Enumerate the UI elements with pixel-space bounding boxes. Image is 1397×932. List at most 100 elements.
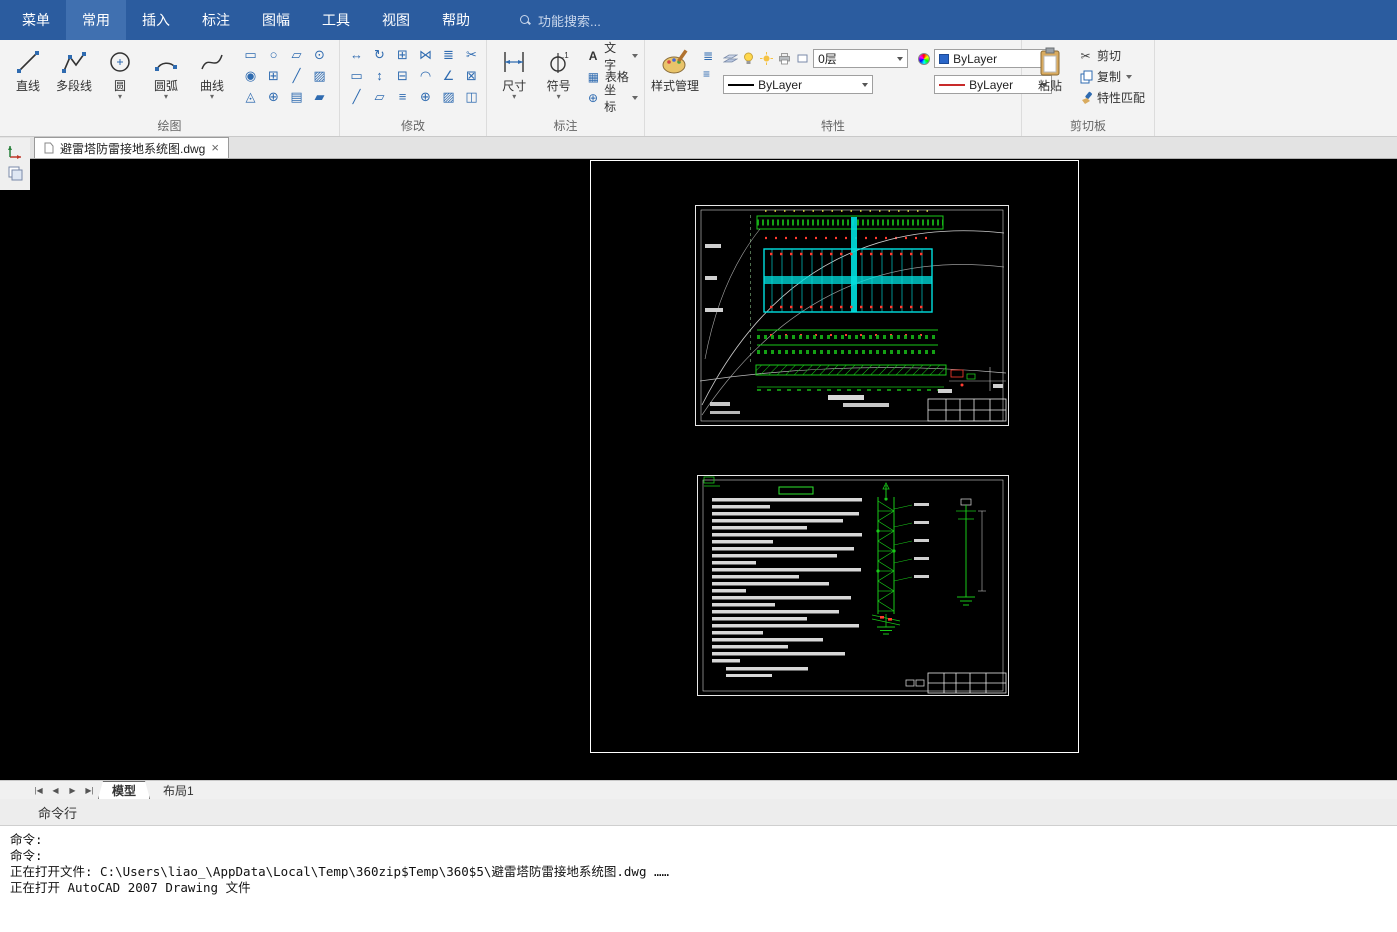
modify-tool-icon[interactable]: ∠ <box>438 66 459 85</box>
layer-select[interactable]: 0层 <box>813 49 908 68</box>
arc-tool-label: 圆弧 <box>154 79 178 93</box>
printer-icon[interactable] <box>777 51 792 66</box>
function-search[interactable]: 功能搜索... <box>520 11 601 30</box>
menu-tab-tools[interactable]: 工具 <box>306 0 366 40</box>
color-wheel-icon[interactable] <box>916 51 931 66</box>
draw-extra-icon[interactable]: ◬ <box>240 87 261 106</box>
lightbulb-icon[interactable] <box>741 51 756 66</box>
modify-tool-icon[interactable]: ⊠ <box>461 66 482 85</box>
draw-extra-icon[interactable]: ⊙ <box>309 45 330 64</box>
style-manager-tool[interactable]: 样式管理 <box>651 45 699 93</box>
menu-tab-sheet[interactable]: 图幅 <box>246 0 306 40</box>
text-tool[interactable]: A 文字 <box>586 45 638 66</box>
spline-tool[interactable]: 曲线 <box>190 45 234 101</box>
next-layout-button[interactable]: ▶ <box>64 786 81 795</box>
modify-tool-icon[interactable]: ↕ <box>369 66 390 85</box>
modify-tool-icon[interactable]: ╱ <box>346 87 367 106</box>
chevron-down-icon <box>632 54 638 58</box>
draw-extra-icon[interactable]: ▭ <box>240 45 261 64</box>
copy-tool[interactable]: 复制 <box>1078 66 1145 87</box>
menu-tab-home[interactable]: 常用 <box>66 0 126 40</box>
dimension-tool-label: 尺寸 <box>502 79 526 93</box>
draw-extra-icon[interactable]: ▤ <box>286 87 307 106</box>
dimension-tool[interactable]: 尺寸 <box>493 45 535 101</box>
menu-tab-insert[interactable]: 插入 <box>126 0 186 40</box>
draw-extra-icon[interactable]: ▱ <box>286 45 307 64</box>
command-line-title: 命令行 <box>38 803 77 822</box>
prev-layout-button[interactable]: ◀ <box>47 786 64 795</box>
modify-tool-icon[interactable]: ▭ <box>346 66 367 85</box>
modify-tool-icon[interactable]: ⊟ <box>392 66 413 85</box>
modify-tool-icon[interactable]: ✂ <box>461 45 482 64</box>
model-canvas[interactable] <box>0 159 1397 780</box>
clipboard-group-label: 剪切板 <box>1022 117 1154 134</box>
symbol-icon: .1 <box>545 45 573 79</box>
draw-extra-icon[interactable]: ◉ <box>240 66 261 85</box>
color-swatch <box>939 54 949 64</box>
sheet-2-note-lines <box>712 498 862 677</box>
last-layout-button[interactable]: ▶| <box>81 786 98 795</box>
side-toolbar <box>0 138 30 190</box>
menu-tab-dimension[interactable]: 标注 <box>186 0 246 40</box>
modify-tool-icon[interactable]: ◠ <box>415 66 436 85</box>
tower-elevation <box>872 483 929 634</box>
layer-select-value: 0层 <box>818 50 893 67</box>
document-tab[interactable]: 避雷塔防雷接地系统图.dwg × <box>34 137 229 158</box>
sun-icon[interactable] <box>759 51 774 66</box>
line-tool[interactable]: 直线 <box>6 45 50 93</box>
modify-tool-icon[interactable]: ▱ <box>369 87 390 106</box>
annotate-group-label: 标注 <box>487 117 644 134</box>
polyline-tool[interactable]: 多段线 <box>52 45 96 93</box>
first-layout-button[interactable]: |◀ <box>30 786 47 795</box>
modify-tool-icon[interactable]: ↻ <box>369 45 390 64</box>
menu-item-app-menu[interactable]: 菜单 <box>6 0 66 40</box>
modify-grid: ↔ ↻ ⊞ ⋈ ≣ ✂ ▭ ↕ ⊟ ◠ ∠ ⊠ ╱ ▱ ≡ ⊕ ▨ <box>346 45 484 108</box>
modify-tool-icon[interactable]: ↔ <box>346 45 367 64</box>
match-properties-tool[interactable]: 特性匹配 <box>1078 87 1145 108</box>
menu-tab-view[interactable]: 视图 <box>366 0 426 40</box>
symbol-tool[interactable]: .1 符号 <box>537 45 579 101</box>
tab-model[interactable]: 模型 <box>98 781 150 799</box>
scissors-icon: ✂ <box>1078 48 1093 63</box>
coordinate-tool-label: 坐标 <box>604 81 627 115</box>
modify-tool-icon[interactable]: ◫ <box>461 87 482 106</box>
draw-extra-icon[interactable]: ▰ <box>309 87 330 106</box>
modify-tool-icon[interactable]: ▨ <box>438 87 459 106</box>
close-icon[interactable]: × <box>211 142 219 154</box>
side-tool-layers-icon[interactable] <box>7 165 24 182</box>
modify-tool-icon[interactable]: ≡ <box>392 87 413 106</box>
layers-icon[interactable] <box>723 51 738 66</box>
cut-tool[interactable]: ✂ 剪切 <box>1078 45 1145 66</box>
command-line-text: 命令: <box>10 848 1387 864</box>
coordinate-tool[interactable]: ⊕ 坐标 <box>586 87 638 108</box>
paste-tool[interactable]: 粘贴 <box>1028 45 1072 93</box>
search-icon <box>520 15 531 26</box>
copy-tool-label: 复制 <box>1097 68 1121 85</box>
menu-tab-help[interactable]: 帮助 <box>426 0 486 40</box>
ribbon-group-modify: ↔ ↻ ⊞ ⋈ ≣ ✂ ▭ ↕ ⊟ ◠ ∠ ⊠ ╱ ▱ ≡ ⊕ ▨ <box>340 40 487 136</box>
lightning-rod-detail <box>956 499 986 605</box>
polyline-icon <box>61 45 87 79</box>
draw-extra-icon[interactable]: ╱ <box>286 66 307 85</box>
list-icon[interactable]: ≣ <box>703 49 713 63</box>
layer-sheet-icon[interactable] <box>795 51 810 66</box>
command-line-text: 正在打开 AutoCAD 2007 Drawing 文件 <box>10 880 1387 896</box>
sheet-1-title-block <box>928 399 1006 421</box>
draw-extra-icon[interactable]: ▨ <box>309 66 330 85</box>
draw-extra-icon[interactable]: ⊞ <box>263 66 284 85</box>
modify-tool-icon[interactable]: ≣ <box>438 45 459 64</box>
draw-extra-icon[interactable]: ○ <box>263 45 284 64</box>
list-icon[interactable]: ≡ <box>703 67 713 81</box>
arc-tool[interactable]: 圆弧 <box>144 45 188 101</box>
modify-tool-icon[interactable]: ⊕ <box>415 87 436 106</box>
command-line-header[interactable]: 命令行 <box>0 799 1397 826</box>
cut-tool-label: 剪切 <box>1097 47 1121 64</box>
linetype-select[interactable]: ByLayer <box>723 75 873 94</box>
tab-layout1[interactable]: 布局1 <box>150 781 207 799</box>
command-line-area[interactable]: 命令: 命令: 正在打开文件: C:\Users\liao_\AppData\L… <box>0 826 1397 932</box>
circle-tool[interactable]: 圆 <box>98 45 142 101</box>
modify-tool-icon[interactable]: ⋈ <box>415 45 436 64</box>
side-tool-ucs-icon[interactable] <box>7 143 24 160</box>
modify-tool-icon[interactable]: ⊞ <box>392 45 413 64</box>
draw-extra-icon[interactable]: ⊕ <box>263 87 284 106</box>
